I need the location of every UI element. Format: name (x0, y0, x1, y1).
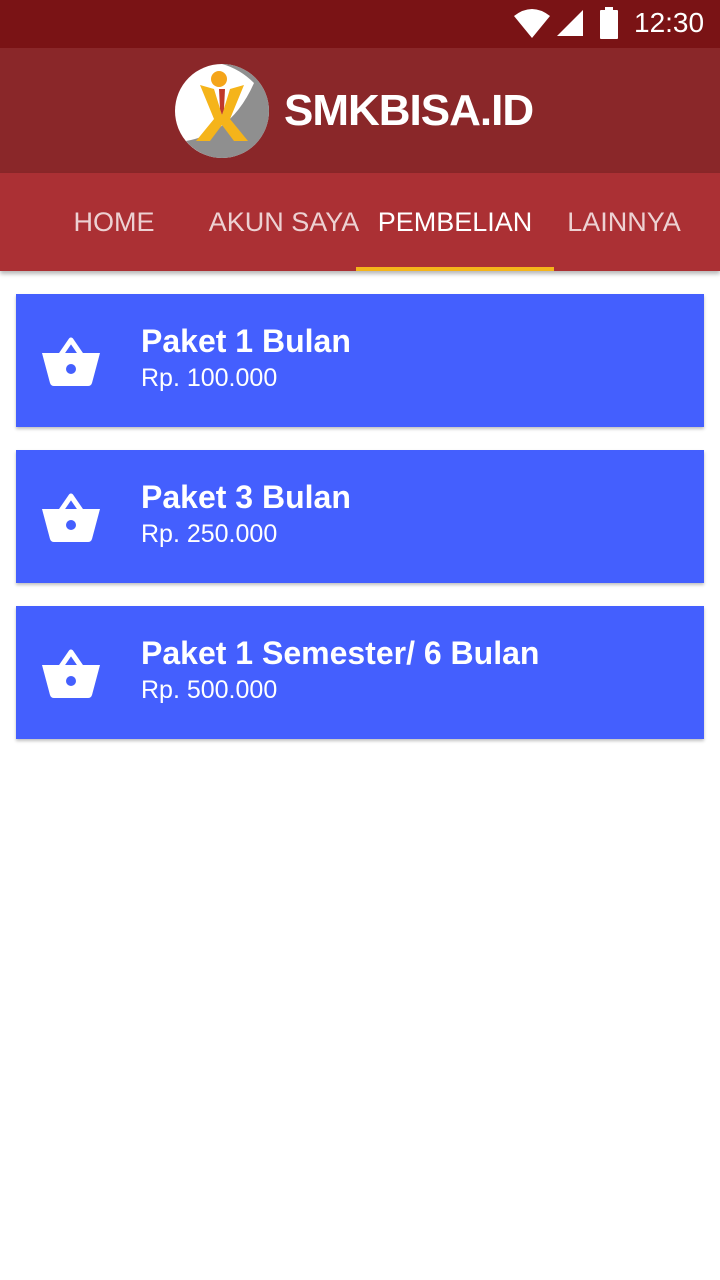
tab-label: HOME (73, 206, 155, 237)
wifi-icon (514, 9, 550, 38)
package-title: Paket 1 Semester/ 6 Bulan (141, 635, 540, 671)
basket-icon (42, 493, 100, 542)
package-list: Paket 1 Bulan Rp. 100.000 Paket 3 Bulan … (16, 294, 704, 762)
package-title: Paket 1 Bulan (141, 323, 351, 359)
signal-icon (557, 10, 583, 36)
tab-home[interactable]: HOME (28, 173, 200, 271)
package-card[interactable]: Paket 1 Bulan Rp. 100.000 (16, 294, 704, 427)
tab-pembelian[interactable]: PEMBELIAN (356, 173, 554, 271)
tab-akun-saya[interactable]: AKUN SAYA (200, 173, 368, 271)
package-title: Paket 3 Bulan (141, 479, 351, 515)
active-tab-indicator (356, 267, 554, 271)
tab-label: AKUN SAYA (208, 206, 360, 237)
smkbisa-logo-icon (175, 64, 269, 158)
status-bar: 12:30 (0, 0, 720, 48)
tab-lainnya[interactable]: LAINNYA (554, 173, 694, 271)
package-card[interactable]: Paket 3 Bulan Rp. 250.000 (16, 450, 704, 583)
basket-icon (42, 649, 100, 698)
tab-label: PEMBELIAN (377, 206, 533, 237)
tab-label: LAINNYA (567, 206, 681, 237)
package-price: Rp. 250.000 (141, 520, 278, 548)
tab-bar: HOME AKUN SAYA PEMBELIAN LAINNYA (0, 173, 720, 271)
package-price: Rp. 500.000 (141, 676, 278, 704)
status-time: 12:30 (634, 7, 705, 38)
app-header: SMKBISA.ID (0, 48, 720, 173)
brand-title: SMKBISA.ID (284, 86, 534, 135)
package-price: Rp. 100.000 (141, 364, 278, 392)
basket-icon (42, 337, 100, 386)
package-card[interactable]: Paket 1 Semester/ 6 Bulan Rp. 500.000 (16, 606, 704, 739)
battery-icon (600, 7, 618, 39)
